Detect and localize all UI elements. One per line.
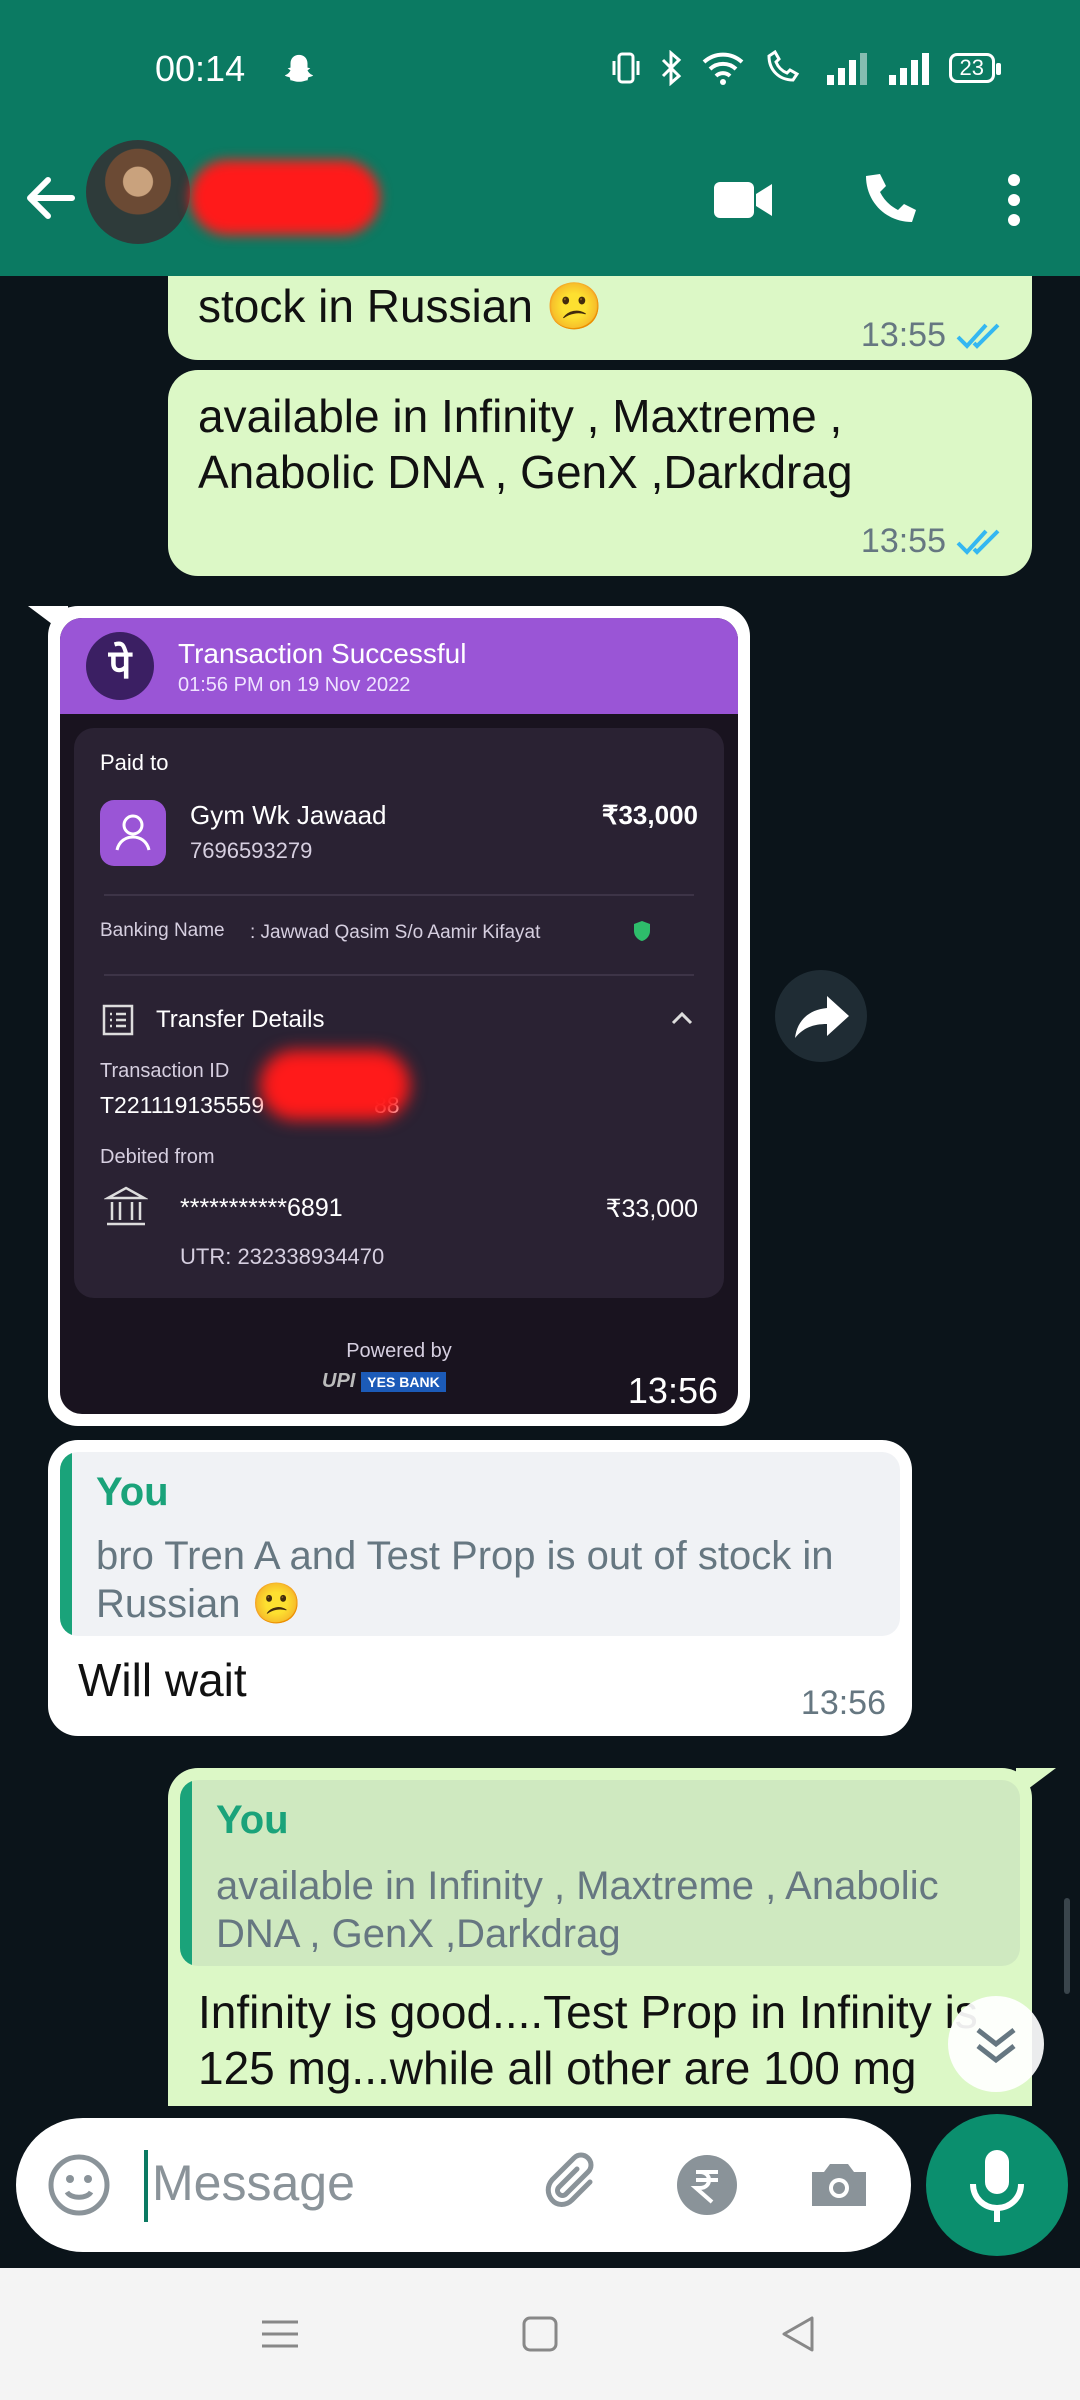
microphone-icon bbox=[970, 2150, 1024, 2222]
bank-icon bbox=[104, 1186, 148, 1226]
contact-avatar[interactable] bbox=[86, 140, 190, 244]
upi-yesbank-logo: UPI YES BANK bbox=[322, 1370, 446, 1393]
back-arrow-icon[interactable] bbox=[22, 170, 78, 226]
message-text: available in Infinity , Maxtreme , Anabo… bbox=[198, 390, 853, 498]
system-navigation-bar bbox=[0, 2268, 1080, 2400]
read-ticks-icon bbox=[956, 529, 1000, 555]
debited-from-label: Debited from bbox=[100, 1146, 215, 1168]
attach-icon[interactable] bbox=[542, 2152, 608, 2218]
banking-name-label: Banking Name bbox=[100, 920, 225, 941]
snapchat-icon bbox=[284, 54, 314, 82]
quoted-message[interactable]: You available in Infinity , Maxtreme , A… bbox=[180, 1780, 1020, 1966]
utr-number: UTR: 232338934470 bbox=[180, 1244, 385, 1269]
status-icons: 23 bbox=[611, 50, 1002, 86]
video-call-icon[interactable] bbox=[712, 168, 776, 232]
yes-bank-logo: YES BANK bbox=[361, 1371, 446, 1392]
outgoing-message[interactable]: stock in Russian 😕 13:55 bbox=[168, 276, 1032, 360]
message-input[interactable]: Message bbox=[152, 2154, 355, 2212]
voice-call-icon[interactable] bbox=[856, 168, 920, 232]
more-options-icon[interactable] bbox=[988, 168, 1052, 232]
banking-name-value: : Jawwad Qasim S/o Aamir Kifayat bbox=[250, 922, 541, 943]
incoming-message[interactable]: You bro Tren A and Test Prop is out of s… bbox=[48, 1440, 912, 1736]
payee-name: Gym Wk Jawaad bbox=[190, 800, 387, 830]
forward-arrow-icon bbox=[795, 996, 849, 1038]
message-text: stock in Russian 😕 bbox=[198, 280, 603, 332]
incoming-image-message[interactable]: पे Transaction Successful 01:56 PM on 19… bbox=[48, 606, 750, 1426]
recent-apps-icon[interactable] bbox=[258, 2312, 302, 2356]
divider bbox=[104, 894, 694, 896]
signal-icon-1 bbox=[826, 53, 867, 85]
wifi-icon bbox=[702, 52, 743, 85]
verified-shield-icon bbox=[634, 921, 650, 941]
message-time: 13:56 bbox=[800, 1684, 886, 1722]
status-bar: 00:14 23 bbox=[0, 0, 1080, 140]
upi-logo: UPI bbox=[322, 1370, 356, 1392]
message-meta: 13:55 bbox=[861, 316, 1006, 355]
quoted-message[interactable]: You bro Tren A and Test Prop is out of s… bbox=[60, 1452, 900, 1636]
read-ticks-icon bbox=[956, 323, 1000, 349]
transaction-id-start: T221119135559 bbox=[100, 1092, 265, 1118]
payment-banner: पे Transaction Successful 01:56 PM on 19… bbox=[60, 618, 738, 714]
message-meta: 13:56 bbox=[801, 1684, 886, 1723]
camera-icon[interactable] bbox=[806, 2152, 872, 2218]
debited-amount: ₹33,000 bbox=[605, 1195, 698, 1223]
message-text: Will wait bbox=[78, 1654, 247, 1706]
double-chevron-down-icon bbox=[976, 2028, 1016, 2064]
message-time: 13:55 bbox=[860, 522, 946, 560]
home-icon[interactable] bbox=[518, 2312, 562, 2356]
paid-to-label: Paid to bbox=[100, 750, 169, 775]
contact-name-redaction[interactable] bbox=[190, 160, 380, 235]
voice-record-button[interactable] bbox=[926, 2114, 1068, 2256]
debited-account: ***********6891 bbox=[180, 1194, 343, 1222]
divider bbox=[104, 974, 694, 976]
bluetooth-icon bbox=[661, 50, 681, 86]
text-cursor bbox=[144, 2150, 148, 2222]
back-nav-icon[interactable] bbox=[776, 2312, 820, 2356]
scrollbar[interactable] bbox=[1064, 1898, 1070, 1994]
vibrate-icon bbox=[612, 52, 640, 84]
payment-title: Transaction Successful bbox=[178, 638, 467, 669]
chat-header bbox=[0, 140, 1080, 276]
status-time: 00:14 bbox=[155, 48, 246, 89]
transaction-id-redaction bbox=[260, 1050, 410, 1120]
quote-text: available in Infinity , Maxtreme , Anabo… bbox=[216, 1864, 939, 1956]
quote-author: You bbox=[96, 1470, 169, 1514]
payment-details-card: Paid to Gym Wk Jawaad 7696593279 ₹33,000… bbox=[74, 728, 724, 1298]
payee-phone: 7696593279 bbox=[190, 838, 313, 863]
quote-text: bro Tren A and Test Prop is out of stock… bbox=[96, 1534, 834, 1626]
message-time: 13:55 bbox=[860, 316, 946, 354]
message-composer[interactable]: Message bbox=[16, 2118, 911, 2252]
payee-person-icon bbox=[100, 800, 166, 866]
signal-icon-2 bbox=[888, 53, 929, 85]
message-text: Infinity is good....Test Prop in Infinit… bbox=[198, 1986, 978, 2094]
scroll-to-bottom-button[interactable] bbox=[948, 1996, 1044, 2092]
forward-button[interactable] bbox=[775, 970, 867, 1062]
battery-indicator: 23 bbox=[948, 53, 1002, 83]
wifi-calling-icon bbox=[767, 50, 799, 82]
list-icon bbox=[102, 1004, 134, 1036]
emoji-icon[interactable] bbox=[46, 2152, 112, 2218]
payment-amount: ₹33,000 bbox=[601, 800, 698, 830]
phonepe-logo: पे bbox=[86, 632, 154, 700]
message-time: 13:56 bbox=[627, 1370, 718, 1411]
chat-area[interactable]: stock in Russian 😕 13:55 available in In… bbox=[0, 276, 1080, 2106]
payment-screenshot[interactable]: पे Transaction Successful 01:56 PM on 19… bbox=[60, 618, 738, 1414]
payment-rupee-icon[interactable] bbox=[674, 2152, 740, 2218]
transaction-id-label: Transaction ID bbox=[100, 1060, 230, 1082]
message-meta: 13:55 bbox=[861, 522, 1006, 561]
quote-author: You bbox=[216, 1798, 289, 1842]
transfer-details-label: Transfer Details bbox=[156, 1006, 325, 1033]
powered-by-label: Powered by bbox=[346, 1340, 452, 1362]
outgoing-message[interactable]: available in Infinity , Maxtreme , Anabo… bbox=[168, 370, 1032, 576]
payment-date: 01:56 PM on 19 Nov 2022 bbox=[178, 674, 411, 696]
chevron-up-icon bbox=[671, 1011, 693, 1025]
outgoing-message[interactable]: You available in Infinity , Maxtreme , A… bbox=[168, 1768, 1032, 2106]
